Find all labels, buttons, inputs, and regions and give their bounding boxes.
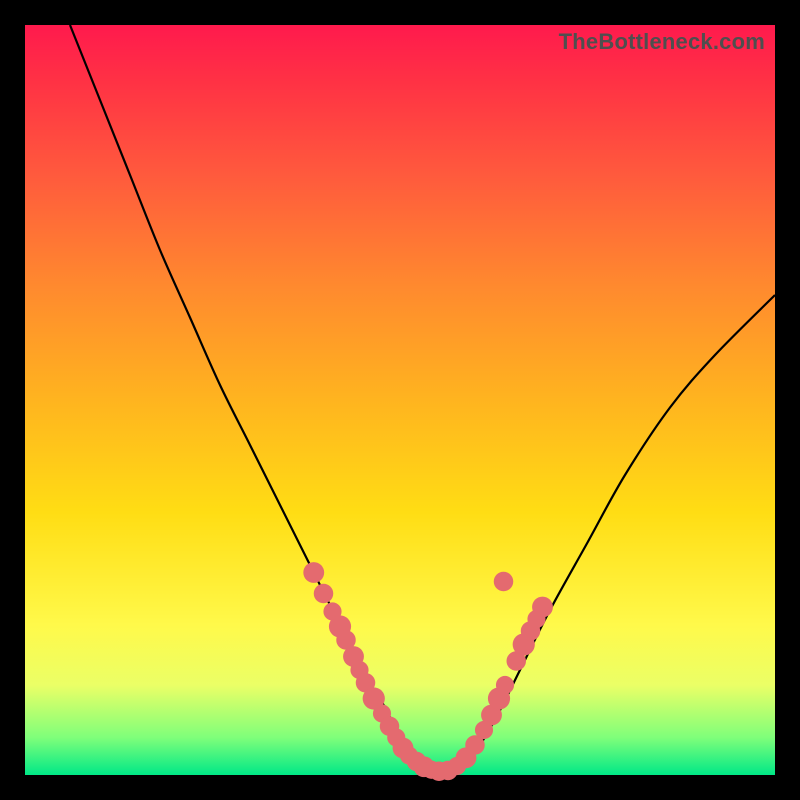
bead-marker (303, 562, 324, 583)
bead-marker (532, 597, 553, 618)
curve-beads (303, 562, 553, 781)
bottleneck-curve (70, 25, 775, 771)
chart-plot (25, 25, 775, 775)
bead-marker (496, 676, 514, 694)
bead-marker (314, 584, 334, 604)
chart-frame: TheBottleneck.com (25, 25, 775, 775)
bead-marker (494, 572, 514, 592)
